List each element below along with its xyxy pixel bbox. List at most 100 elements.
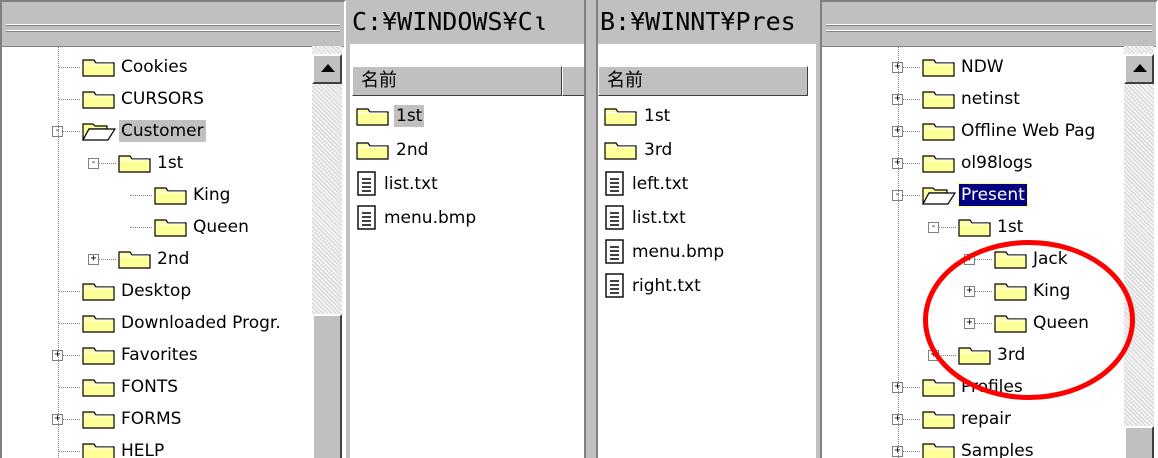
folder-icon	[356, 105, 390, 127]
tree-item-label: FORMS	[121, 409, 182, 429]
right-tree-scrollbar[interactable]	[1124, 46, 1154, 458]
tree-item-label: netinst	[961, 89, 1020, 109]
scroll-thumb[interactable]	[312, 314, 342, 458]
list-item-label: right.txt	[632, 276, 701, 296]
tree-item-label: Samples	[961, 441, 1034, 458]
expand-icon[interactable]: +	[964, 318, 975, 329]
tree-item-label: King	[193, 185, 231, 205]
tree-item-label: ol98logs	[961, 153, 1033, 173]
left-tree-item[interactable]: 1st	[118, 148, 185, 178]
folder-icon	[994, 248, 1028, 270]
middle-name-column-header[interactable]: 名前	[352, 66, 562, 96]
right-tree-item[interactable]: NDW	[922, 52, 1006, 82]
folder-icon	[958, 344, 992, 366]
right-list-item[interactable]: right.txt	[604, 270, 703, 302]
right-tree-item[interactable]: netinst	[922, 84, 1022, 114]
left-tree-item[interactable]: FONTS	[82, 372, 180, 402]
folder-icon	[118, 248, 152, 270]
list-item-label: 2nd	[396, 140, 429, 160]
collapse-icon[interactable]: -	[928, 222, 939, 233]
left-tree-scrollbar[interactable]	[312, 46, 342, 458]
tree-item-label: FONTS	[121, 377, 179, 397]
tree-item-label: Offline Web Pag	[961, 121, 1096, 141]
folder-icon	[922, 88, 956, 110]
scroll-up-arrow-icon	[321, 64, 335, 72]
right-tree-item[interactable]: Samples	[922, 436, 1036, 458]
tree-item-label: NDW	[961, 57, 1004, 77]
left-tree-item[interactable]: Desktop	[82, 276, 193, 306]
right-pane-grip[interactable]	[822, 2, 1156, 47]
tree-item-label: CURSORS	[121, 89, 204, 109]
left-tree-item[interactable]: CURSORS	[82, 84, 206, 114]
tree-connector	[58, 323, 80, 324]
right-tree-item[interactable]: ol98logs	[922, 148, 1035, 178]
left-tree-item[interactable]: Queen	[154, 212, 251, 242]
folder-icon	[82, 408, 116, 430]
folder-icon	[118, 152, 152, 174]
folder-icon	[154, 216, 188, 238]
tree-item-label: Desktop	[121, 281, 192, 301]
tree-item-label: 3rd	[997, 345, 1026, 365]
folder-icon	[82, 376, 116, 398]
middle-list-item[interactable]: menu.bmp	[356, 202, 478, 234]
tree-item-label: repair	[961, 409, 1011, 429]
middle-list-item[interactable]: 2nd	[356, 134, 430, 166]
collapse-icon[interactable]: -	[88, 158, 99, 169]
right-list-item[interactable]: 1st	[604, 100, 672, 132]
left-tree-item[interactable]: King	[154, 180, 232, 210]
expand-icon[interactable]: +	[928, 350, 939, 361]
expand-icon[interactable]: +	[88, 254, 99, 265]
folder-icon	[922, 56, 956, 78]
tree-connector	[58, 46, 59, 458]
tree-item-label: Queen	[1033, 313, 1089, 333]
right-tree-item[interactable]: Profiles	[922, 372, 1025, 402]
tree-item-label: Present	[958, 183, 1028, 207]
right-list-item[interactable]: menu.bmp	[604, 236, 726, 268]
tree-connector	[130, 195, 152, 196]
right-tree-item[interactable]: King	[994, 276, 1072, 306]
scroll-up-button[interactable]	[312, 54, 342, 84]
list-item-label: menu.bmp	[384, 208, 477, 228]
right-tree-item[interactable]: 3rd	[958, 340, 1027, 370]
right-name-column-header[interactable]: 名前	[598, 66, 808, 96]
left-tree-item[interactable]: FORMS	[82, 404, 183, 434]
tree-item-label: Customer	[119, 120, 206, 142]
tree-connector	[58, 99, 80, 100]
scroll-thumb[interactable]	[1124, 426, 1154, 458]
right-list-item[interactable]: left.txt	[604, 168, 690, 200]
right-tree-item[interactable]: 1st	[958, 212, 1025, 242]
folder-icon	[994, 312, 1028, 334]
left-tree-item[interactable]: Customer	[81, 116, 206, 146]
expand-icon[interactable]: +	[964, 286, 975, 297]
folder-icon	[922, 120, 956, 142]
tree-item-label: Jack	[1033, 249, 1068, 269]
middle-extra-column-header[interactable]	[562, 66, 584, 96]
right-tree-item[interactable]: repair	[922, 404, 1013, 434]
middle-list-item[interactable]: list.txt	[356, 168, 440, 200]
right-list-item[interactable]: list.txt	[604, 202, 688, 234]
scroll-up-arrow-icon	[1133, 64, 1147, 72]
left-folder-tree: Cookies CURSORS - Customer -1st King Queen +2nd…	[2, 46, 344, 458]
folder-icon	[994, 280, 1028, 302]
left-tree-item[interactable]: 2nd	[118, 244, 191, 274]
right-tree-item[interactable]: Queen	[994, 308, 1091, 338]
folder-icon	[958, 216, 992, 238]
left-tree-item[interactable]: Downloaded Progr.	[82, 308, 283, 338]
scroll-up-button[interactable]	[1124, 54, 1154, 84]
tree-item-label: Favorites	[121, 345, 198, 365]
tree-item-label: Cookies	[121, 57, 188, 77]
right-tree-item[interactable]: Present	[921, 180, 1028, 210]
right-list-item[interactable]: 3rd	[604, 134, 674, 166]
middle-list-item[interactable]: 1st	[356, 100, 425, 132]
expand-icon[interactable]: +	[964, 254, 975, 265]
middle-file-pane: C:¥WINDOWS¥Cι 名前 1st 2nd list.txt menu.bmp	[350, 0, 586, 458]
right-tree-item[interactable]: Jack	[994, 244, 1070, 274]
folder-icon	[82, 344, 116, 366]
right-tree-item[interactable]: Offline Web Pag	[922, 116, 1097, 146]
left-pane-grip[interactable]	[2, 2, 344, 47]
left-tree-item[interactable]: Cookies	[82, 52, 190, 82]
left-tree-item[interactable]: Favorites	[82, 340, 200, 370]
text-file-icon	[604, 239, 626, 265]
left-tree-item[interactable]: HELP	[82, 436, 166, 458]
tree-item-label: 1st	[157, 153, 184, 173]
